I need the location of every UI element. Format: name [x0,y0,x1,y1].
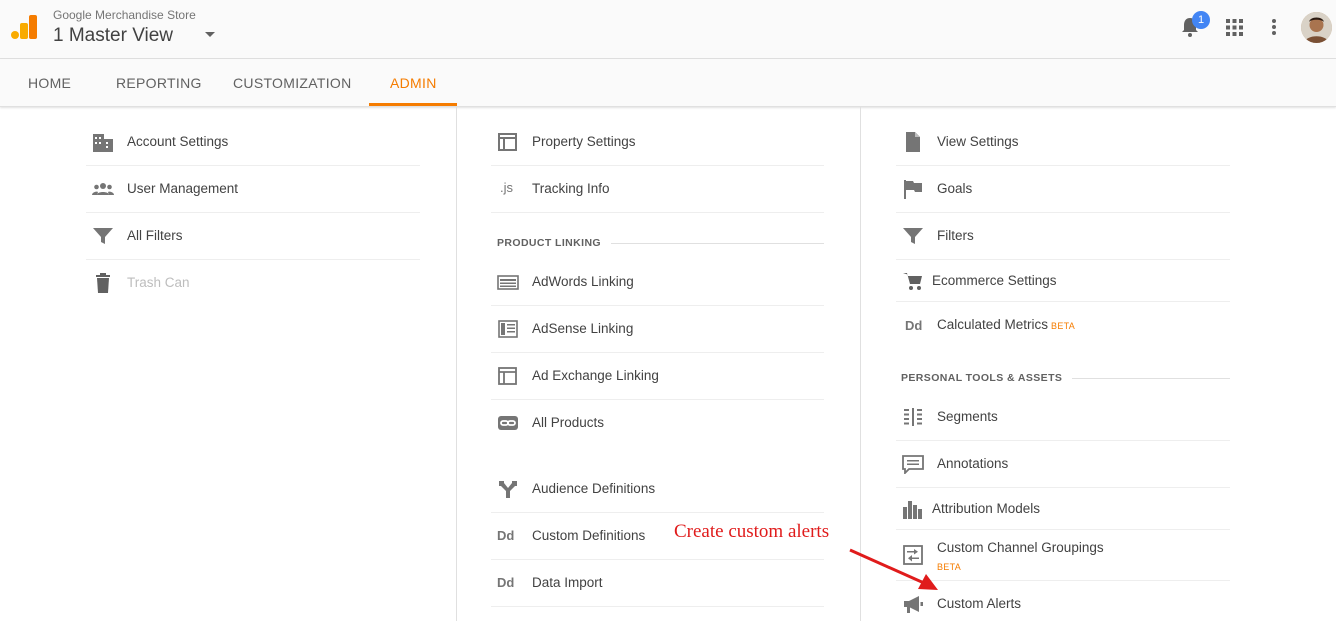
column-divider [456,107,457,621]
apps-grid-icon[interactable] [1226,19,1243,36]
fork-icon [499,481,517,498]
item-label: Tracking Info [532,181,610,196]
tab-customization[interactable]: CUSTOMIZATION [233,75,352,91]
item-label: Property Settings [532,134,636,149]
column-divider [860,107,861,621]
attribution-models-item[interactable]: Attribution Models [896,488,1230,530]
adwords-linking-item[interactable]: AdWords Linking [491,259,824,306]
js-icon: .js [500,180,513,195]
adwords-icon [497,275,519,290]
custom-alerts-item[interactable]: Custom Alerts [896,581,1230,621]
item-label: All Filters [127,228,183,243]
segments-icon [904,408,922,426]
trash-icon [96,273,110,293]
notification-badge: 1 [1192,11,1210,29]
section-divider [611,243,824,244]
item-label: AdSense Linking [532,321,634,336]
goals-item[interactable]: Goals [896,166,1230,213]
filters-item[interactable]: Filters [896,213,1230,260]
flag-icon [904,180,922,199]
tab-home[interactable]: HOME [28,75,71,91]
ecommerce-settings-item[interactable]: Ecommerce Settings [896,260,1230,302]
tab-admin[interactable]: ADMIN [390,75,437,91]
ad-exchange-linking-item[interactable]: Ad Exchange Linking [491,353,824,400]
item-label: Trash Can [127,275,190,290]
item-label: Segments [937,409,998,424]
item-label: Custom Channel Groupings [937,540,1104,555]
adsense-icon [498,320,518,338]
item-label: User Management [127,181,239,196]
account-settings-item[interactable]: Account Settings [86,119,420,166]
ad-exchange-icon [498,367,517,385]
building-icon [93,134,113,152]
more-vert-icon[interactable] [1271,18,1277,36]
item-label: Ecommerce Settings [932,273,1057,288]
item-label: Data Import [532,575,603,590]
all-filters-item[interactable]: All Filters [86,213,420,260]
item-label: Calculated Metrics BETA [937,317,1076,332]
caret-down-icon[interactable] [204,31,216,39]
section-divider [1072,378,1230,379]
document-icon [906,132,920,152]
filter-icon [93,228,113,244]
tab-reporting[interactable]: REPORTING [116,75,202,91]
item-label: Ad Exchange Linking [532,368,659,383]
analytics-logo[interactable] [10,13,38,41]
property-settings-item[interactable]: Property Settings [491,119,824,166]
item-label: All Products [532,415,605,430]
item-label: View Settings [937,134,1019,149]
item-label: Audience Definitions [532,481,656,496]
segments-item[interactable]: Segments [896,394,1230,441]
store-name: Google Merchandise Store [53,8,196,22]
filter-icon [903,228,923,244]
section-title: PERSONAL TOOLS & ASSETS [901,372,1063,384]
adsense-linking-item[interactable]: AdSense Linking [491,306,824,353]
item-label: Account Settings [127,134,229,149]
tracking-info-item[interactable]: .js Tracking Info [491,166,824,213]
item-label: Custom Definitions [532,528,646,543]
megaphone-icon [904,596,923,613]
avatar[interactable] [1301,12,1332,43]
item-label: Attribution Models [932,501,1041,516]
section-title: PRODUCT LINKING [497,237,601,249]
item-label: AdWords Linking [532,274,634,289]
view-settings-item[interactable]: View Settings [896,119,1230,166]
view-selector[interactable]: 1 Master View [53,25,173,47]
data-import-item[interactable]: Dd Data Import [491,560,824,607]
callout-text: Create custom alerts [674,521,830,542]
user-management-item[interactable]: User Management [86,166,420,213]
item-label: Goals [937,181,973,196]
annotation-icon [902,455,924,474]
dd-icon: Dd [497,575,515,590]
item-label: Filters [937,228,974,243]
annotations-item[interactable]: Annotations [896,441,1230,488]
item-label: Custom Alerts [937,596,1022,611]
dd-icon: Dd [497,528,515,543]
active-tab-indicator [369,103,457,106]
trash-can-item[interactable]: Trash Can [86,260,420,306]
all-products-item[interactable]: All Products [491,400,824,446]
custom-channel-groupings-item[interactable]: Custom Channel Groupings BETA [896,530,1230,581]
dd-icon: Dd [905,318,923,333]
window-icon [498,133,517,151]
link-icon [498,416,518,430]
cart-icon [903,273,922,290]
top-bar: Google Merchandise Store 1 Master View 1 [0,0,1336,59]
users-icon [92,183,114,195]
calculated-metrics-item[interactable]: Dd Calculated Metrics BETA [896,302,1230,348]
bar-chart-icon [903,501,922,519]
main-tabs: HOME REPORTING CUSTOMIZATION ADMIN [0,59,1336,107]
callout-arrow [849,548,938,590]
beta-badge: BETA [1051,321,1076,331]
item-label: Annotations [937,456,1009,471]
audience-definitions-item[interactable]: Audience Definitions [491,466,824,513]
